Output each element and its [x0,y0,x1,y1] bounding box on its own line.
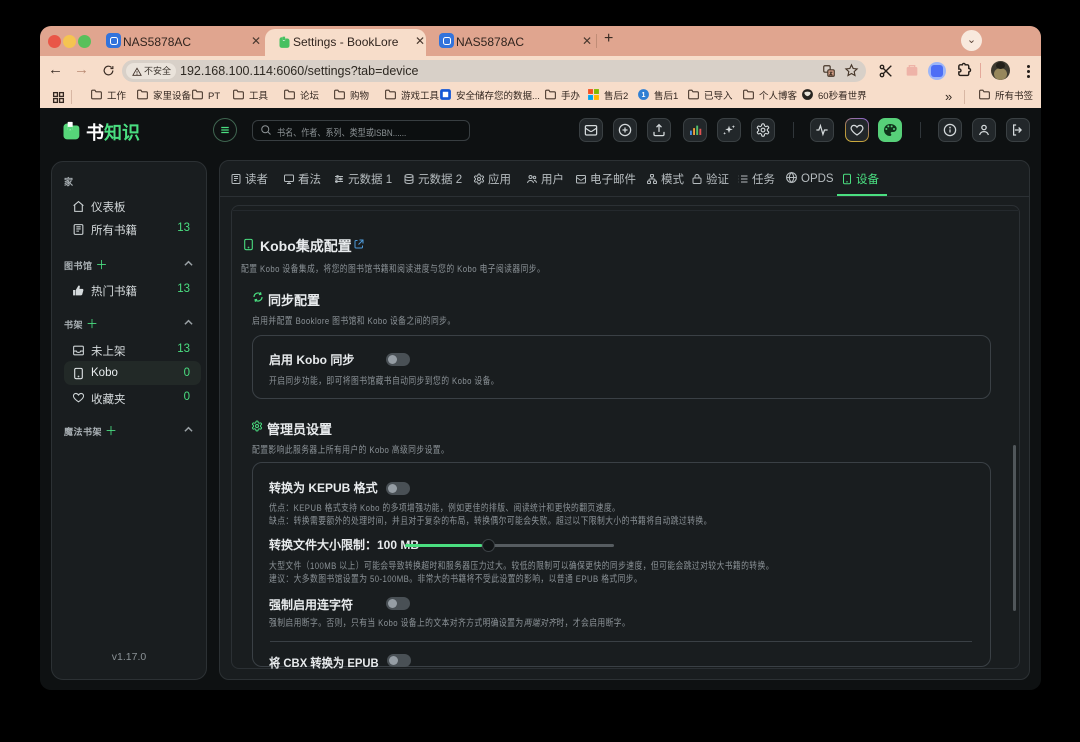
svg-text:1: 1 [642,92,646,99]
